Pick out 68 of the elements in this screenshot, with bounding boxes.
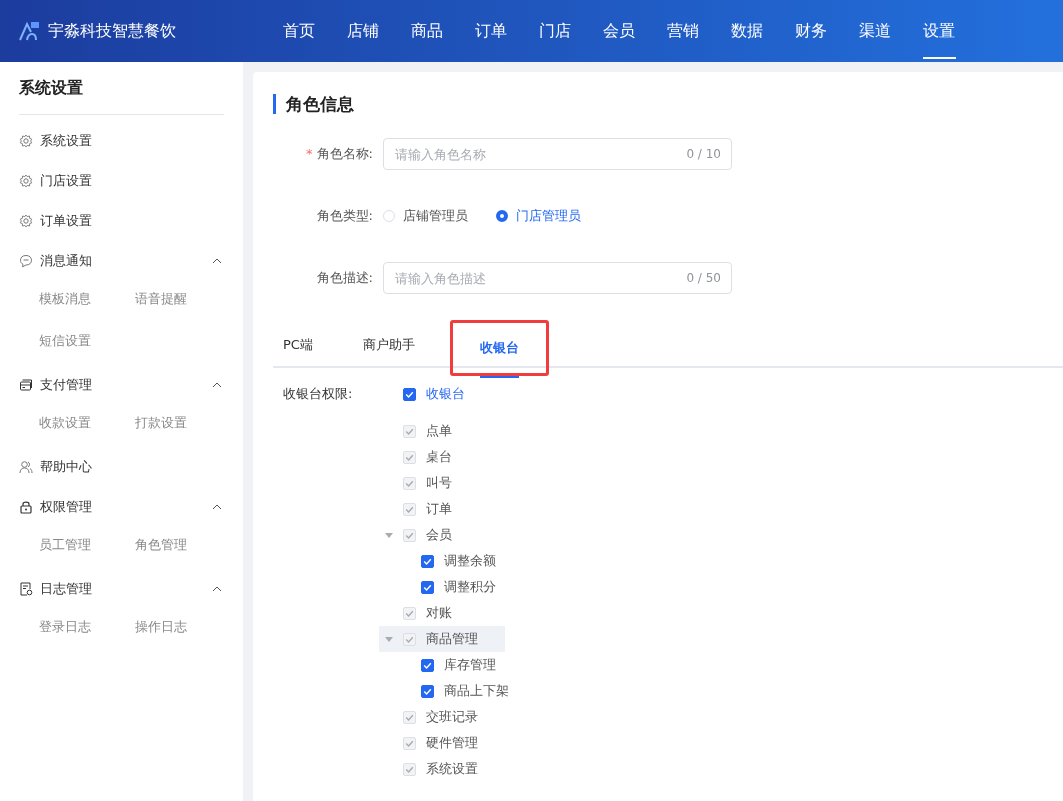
brand-name: 宇淼科技智慧餐饮 — [48, 20, 176, 42]
nav-tab[interactable]: 数据 — [731, 0, 795, 62]
sidebar-subitem[interactable]: 短信设置 — [39, 323, 135, 359]
tree-label: 桌台 — [426, 448, 452, 466]
sidebar-subitem[interactable]: 登录日志 — [39, 609, 135, 645]
sidebar-subitem[interactable]: 员工管理 — [39, 527, 135, 563]
document-icon — [19, 582, 33, 596]
nav-tab[interactable]: 订单 — [475, 0, 539, 62]
tree-label: 会员 — [426, 526, 452, 544]
sidebar-item[interactable]: 门店设置 — [19, 161, 224, 201]
tree-label: 对账 — [426, 604, 452, 622]
sidebar-item[interactable]: 帮助中心 — [19, 447, 224, 487]
tree-label: 交班记录 — [426, 708, 478, 726]
sidebar-item[interactable]: 权限管理 — [19, 487, 224, 527]
nav-tab[interactable]: 商品 — [411, 0, 475, 62]
nav-tab[interactable]: 门店 — [539, 0, 603, 62]
sidebar-item[interactable]: 日志管理 — [19, 569, 224, 609]
tree-label: 系统设置 — [426, 760, 478, 778]
radio-option[interactable]: 店铺管理员 — [383, 207, 468, 225]
character-counter: 0 / 10 — [686, 146, 721, 162]
gear-icon — [19, 174, 33, 188]
permission-label: 收银台权限: — [283, 385, 354, 403]
tree-label: 收银台 — [426, 385, 465, 403]
nav-tab[interactable]: 首页 — [283, 0, 347, 62]
sidebar-subitem[interactable]: 打款设置 — [135, 405, 231, 441]
tree-label: 调整积分 — [444, 578, 496, 596]
users-icon — [19, 460, 33, 474]
sidebar-subitem[interactable]: 操作日志 — [135, 609, 231, 645]
nav-tab[interactable]: 财务 — [795, 0, 859, 62]
tree-label: 硬件管理 — [426, 734, 478, 752]
gear-icon — [19, 214, 33, 228]
sidebar-title: 系统设置 — [19, 77, 84, 99]
nav-tab[interactable]: 渠道 — [859, 0, 923, 62]
field-label: 角色类型: — [316, 208, 373, 223]
radio-option[interactable]: 门店管理员 — [496, 207, 581, 225]
nav-tab[interactable]: 会员 — [603, 0, 667, 62]
sidebar-subitem[interactable]: 角色管理 — [135, 527, 231, 563]
tab[interactable]: 商户助手 — [352, 324, 450, 366]
tree-label: 订单 — [426, 500, 452, 518]
sidebar-subitem[interactable]: 语音提醒 — [135, 281, 231, 317]
tree-label: 叫号 — [426, 474, 452, 492]
sidebar-item[interactable]: 支付管理 — [19, 365, 224, 405]
nav-tab[interactable]: 设置 — [923, 0, 987, 62]
tree-label: 点单 — [426, 422, 452, 440]
nav-tab[interactable]: 店铺 — [347, 0, 411, 62]
tree-label: 商品上下架 — [444, 682, 509, 700]
sidebar-item[interactable]: 订单设置 — [19, 201, 224, 241]
gear-icon — [19, 134, 33, 148]
tree-label: 调整余额 — [444, 552, 496, 570]
sidebar-item[interactable]: 消息通知 — [19, 241, 224, 281]
card-icon — [19, 378, 33, 392]
tree-label: 库存管理 — [444, 656, 496, 674]
field-label: 角色描述: — [316, 270, 373, 285]
required-mark: * — [306, 146, 313, 161]
tab[interactable]: 收银台 — [449, 320, 549, 376]
nav-tab[interactable]: 营销 — [667, 0, 731, 62]
chat-icon — [19, 254, 33, 268]
logo-icon — [18, 20, 40, 42]
sidebar-subitem[interactable]: 模板消息 — [39, 281, 135, 317]
tree-label: 商品管理 — [426, 630, 478, 648]
tab[interactable]: PC端 — [273, 324, 353, 366]
character-counter: 0 / 50 — [686, 270, 721, 286]
lock-icon — [19, 500, 33, 514]
field-label: 角色名称: — [316, 146, 373, 161]
sidebar-item[interactable]: 系统设置 — [19, 121, 224, 161]
checkbox[interactable] — [403, 387, 416, 401]
sidebar-subitem[interactable]: 收款设置 — [39, 405, 135, 441]
section-title: 角色信息 — [273, 94, 1063, 114]
